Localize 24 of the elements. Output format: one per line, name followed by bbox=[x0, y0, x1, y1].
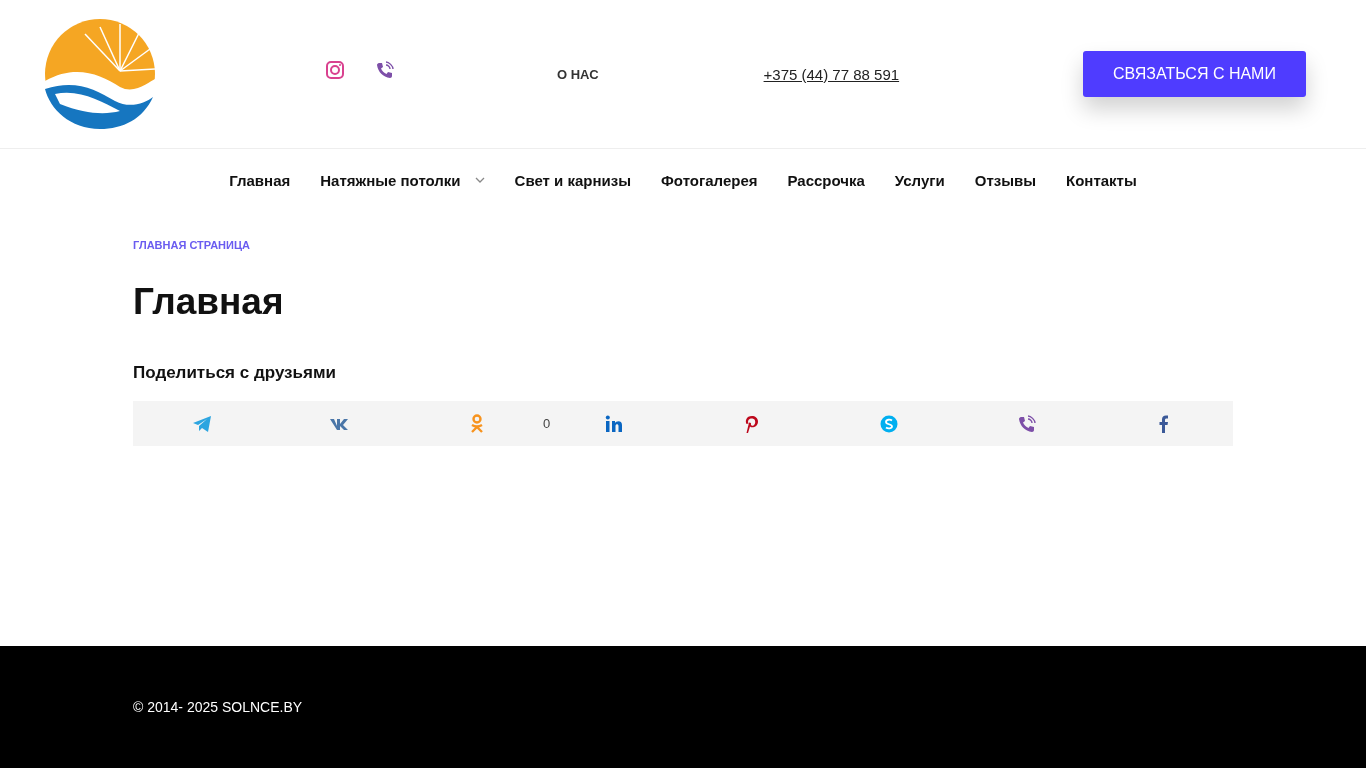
nav-link[interactable]: Свет и карнизы bbox=[514, 171, 632, 189]
nav-link[interactable]: Фотогалерея bbox=[661, 171, 758, 189]
skype-logo-icon[interactable] bbox=[879, 413, 900, 434]
share-count: 0 bbox=[543, 416, 551, 431]
copyright-text: © 2014- 2025 SOLNCE.BY bbox=[133, 699, 303, 715]
share-heading: Поделиться с друзьями bbox=[133, 363, 336, 383]
phone-icon[interactable] bbox=[375, 60, 395, 80]
linkedin-logo-icon[interactable] bbox=[604, 413, 625, 434]
instagram-icon[interactable] bbox=[325, 60, 345, 80]
nav-link[interactable]: Рассрочка bbox=[787, 171, 865, 189]
nav-link[interactable]: Натяжные потолки bbox=[320, 171, 485, 189]
contact-button[interactable]: СВЯЗАТЬСЯ С НАМИ bbox=[1083, 51, 1306, 97]
caret-icon bbox=[474, 177, 485, 183]
about-link[interactable]: О НАС bbox=[557, 66, 599, 82]
page-title: Главная bbox=[133, 281, 284, 323]
paper-plane-icon[interactable] bbox=[191, 413, 212, 434]
phone-icon[interactable] bbox=[1016, 413, 1037, 434]
breadcrumb-link[interactable]: ГЛАВНАЯ СТРАНИЦА bbox=[133, 239, 250, 251]
nav-link[interactable]: Контакты bbox=[1066, 171, 1137, 189]
nav-link[interactable]: Услуги bbox=[894, 171, 945, 189]
nav-link[interactable]: Отзывы bbox=[974, 171, 1037, 189]
sun-wave-logo[interactable] bbox=[45, 19, 155, 129]
phone-link[interactable]: +375 (44) 77 88 591 bbox=[763, 65, 900, 83]
nav-link[interactable]: Главная bbox=[229, 171, 291, 189]
